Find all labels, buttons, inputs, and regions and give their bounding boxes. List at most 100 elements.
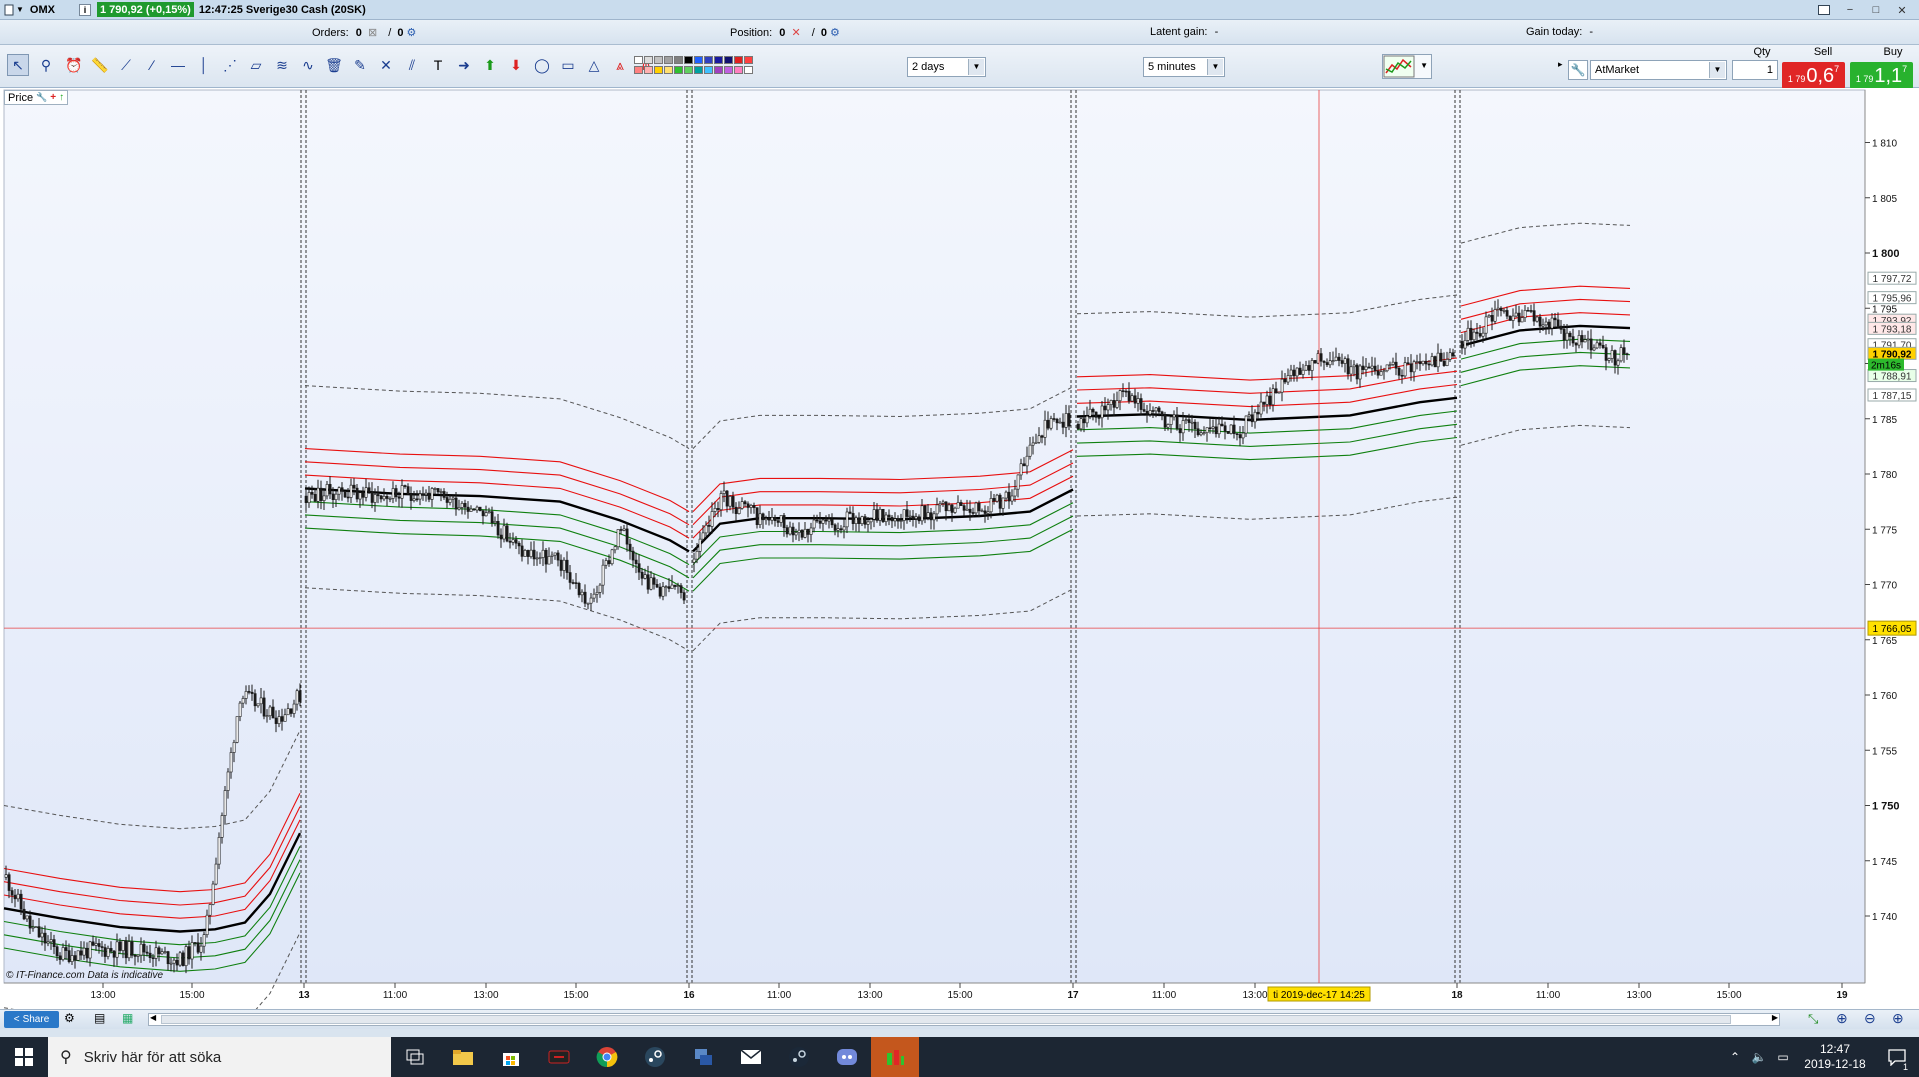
sell-button[interactable]: 1 79 0,6 7 [1782, 62, 1845, 89]
maximize-button[interactable]: □ [1863, 2, 1889, 18]
rectangle-icon[interactable]: ▭ [557, 54, 579, 76]
minimize-button[interactable]: − [1837, 2, 1863, 18]
color-swatch[interactable] [684, 56, 693, 64]
horizontal-scrollbar[interactable]: ◀ ▶ [148, 1013, 1780, 1026]
notification-icon[interactable]: 1 [1877, 1037, 1917, 1077]
color-swatch[interactable] [704, 56, 713, 64]
vertical-line-icon[interactable]: │ [193, 54, 215, 76]
color-swatch[interactable] [674, 66, 683, 74]
price-axis[interactable] [1865, 90, 1919, 983]
color-swatch[interactable] [664, 66, 673, 74]
panel-add-icon[interactable]: + [50, 92, 56, 103]
parallel-icon[interactable]: ⫽ [401, 54, 423, 76]
alarm-icon[interactable]: ⏰ [63, 54, 85, 76]
position-close-icon[interactable]: ✕ [791, 27, 800, 39]
info-icon[interactable]: i [78, 3, 91, 16]
color-swatch[interactable] [654, 66, 663, 74]
arrow-down-icon[interactable]: ⬇ [505, 54, 527, 76]
indicator-icon[interactable]: ⚙ [64, 1011, 75, 1025]
zoom-out-icon[interactable]: ⊖ [1864, 1010, 1876, 1027]
window-menu-icon[interactable]: ▼ [4, 0, 24, 20]
color-swatch[interactable] [694, 66, 703, 74]
color-swatch[interactable] [744, 66, 753, 74]
cross-icon[interactable]: ✕ [375, 54, 397, 76]
panel-settings-icon[interactable]: 🔧 [36, 92, 47, 103]
steam-2-icon[interactable] [775, 1037, 823, 1077]
file-explorer-icon[interactable] [439, 1037, 487, 1077]
close-button[interactable]: ✕ [1889, 2, 1915, 18]
color-swatch[interactable] [644, 66, 653, 74]
chart-type-button[interactable]: ▼ [1382, 54, 1432, 79]
color-swatch[interactable] [744, 56, 753, 64]
cursor-icon[interactable]: ↖ [7, 54, 29, 76]
color-swatch[interactable] [684, 66, 693, 74]
tray-expand-icon[interactable]: ⌃ [1723, 1037, 1747, 1077]
color-swatch[interactable] [664, 56, 673, 64]
windows-start-icon[interactable] [0, 1037, 48, 1077]
color-swatch[interactable] [714, 56, 723, 64]
color-swatch[interactable] [644, 56, 653, 64]
restore-icon[interactable] [1811, 2, 1837, 18]
scroll-left-icon[interactable]: ◀ [150, 1013, 156, 1022]
task-view-icon[interactable] [391, 1037, 439, 1077]
color-swatch[interactable] [704, 66, 713, 74]
template-icon[interactable]: ▤ [94, 1011, 105, 1025]
color-swatch[interactable] [714, 66, 723, 74]
compare-icon[interactable]: ▦ [122, 1011, 133, 1025]
wrench-icon[interactable]: 🔧 [1568, 60, 1588, 80]
interval-select[interactable]: 5 minutes ▼ [1143, 57, 1225, 77]
line-icon[interactable]: ∕ [141, 54, 163, 76]
trendline-icon[interactable]: ⟋ [115, 54, 137, 76]
fan-icon[interactable]: ⋰ [219, 54, 241, 76]
wave-icon[interactable]: ∿ [297, 54, 319, 76]
regression-icon[interactable]: ≋ [271, 54, 293, 76]
trading-app-icon[interactable] [871, 1037, 919, 1077]
clock[interactable]: 12:47 2019-12-18 [1795, 1037, 1875, 1077]
triangle-icon[interactable]: △ [583, 54, 605, 76]
collapse-icon[interactable]: ▸ [1558, 59, 1566, 73]
arrow-up-icon[interactable]: ⬆ [479, 54, 501, 76]
taskbar-search[interactable]: ⚲ Skriv här för att söka [48, 1037, 391, 1077]
color-swatch[interactable] [734, 66, 743, 74]
color-swatch[interactable] [734, 56, 743, 64]
network-icon[interactable]: ▭ [1771, 1037, 1795, 1077]
price-chart[interactable]: 1 8101 8051 8001 7951 7901 7851 7801 775… [0, 88, 1919, 1009]
discord-icon[interactable] [823, 1037, 871, 1077]
color-swatch[interactable] [724, 66, 733, 74]
color-swatch[interactable] [654, 56, 663, 64]
ruler-icon[interactable]: 📏 [89, 54, 111, 76]
arrow-right-icon[interactable]: ➜ [453, 54, 475, 76]
chart-canvas[interactable]: 1 8101 8051 8001 7951 7901 7851 7801 775… [0, 88, 1919, 1009]
text-icon[interactable]: T [427, 54, 449, 76]
autoscale-icon[interactable]: ⤡ [1808, 1011, 1818, 1027]
position-settings-icon[interactable]: ⚙ [830, 27, 840, 39]
ellipse-icon[interactable]: ◯ [531, 54, 553, 76]
buy-button[interactable]: 1 79 1,1 7 [1850, 62, 1913, 89]
share-button[interactable]: < Share [4, 1011, 59, 1028]
orders-settings-icon[interactable]: ⚙ [407, 27, 417, 39]
trash-icon[interactable]: 🗑 [323, 54, 345, 76]
scrollbar-thumb[interactable] [161, 1015, 1731, 1024]
magic-icon[interactable]: ✎ [349, 54, 371, 76]
panel-move-icon[interactable]: ↑ [59, 92, 64, 103]
fib-icon[interactable]: ⩓ [609, 54, 631, 76]
volume-icon[interactable]: 🔈 [1747, 1037, 1771, 1077]
color-swatch[interactable] [634, 56, 643, 64]
color-swatch[interactable] [724, 56, 733, 64]
zoom-in-icon[interactable]: ⊕ [1892, 1010, 1904, 1027]
zoom-fit-icon[interactable]: ⊕ [1836, 1010, 1848, 1027]
order-type-select[interactable]: AtMarket ▼ [1590, 60, 1727, 80]
qty-input[interactable]: 1 [1732, 60, 1778, 80]
orders-clear-icon[interactable]: ⊠ [368, 27, 377, 39]
color-swatch[interactable] [694, 56, 703, 64]
period-select[interactable]: 2 days ▼ [907, 57, 986, 77]
steam-icon[interactable] [631, 1037, 679, 1077]
chrome-icon[interactable] [583, 1037, 631, 1077]
store-icon[interactable] [487, 1037, 535, 1077]
color-swatch[interactable] [634, 66, 643, 74]
channel-icon[interactable]: ▱ [245, 54, 267, 76]
mail-icon[interactable] [727, 1037, 775, 1077]
zoom-icon[interactable]: ⚲ [35, 54, 57, 76]
scroll-right-icon[interactable]: ▶ [1772, 1013, 1778, 1022]
game-app-icon[interactable] [535, 1037, 583, 1077]
